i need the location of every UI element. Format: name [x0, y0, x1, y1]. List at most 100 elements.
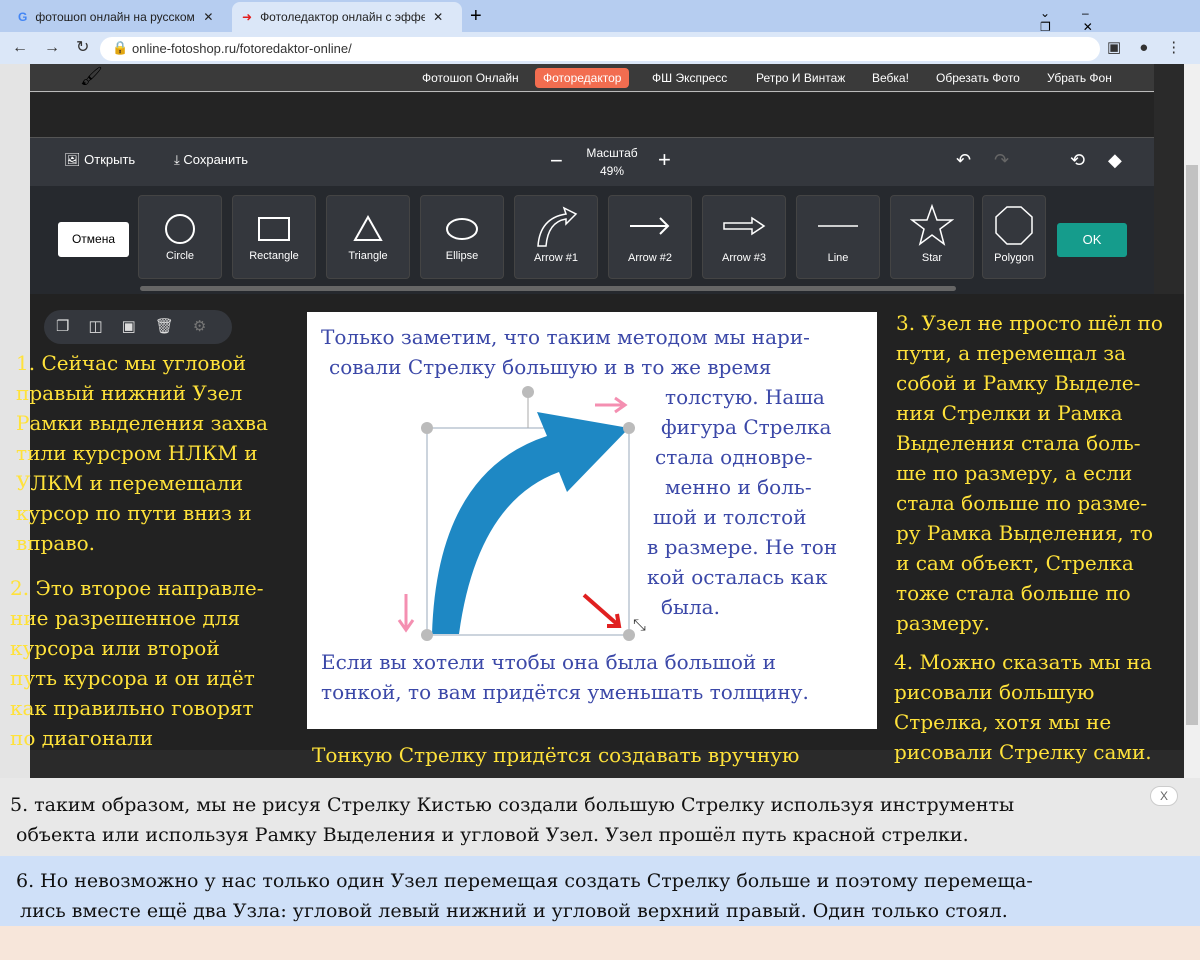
close-icon[interactable]: ✕ — [433, 10, 443, 24]
rectangle-icon — [258, 217, 290, 241]
curved-arrow-shape — [432, 412, 629, 634]
shape-label: Arrow #2 — [627, 252, 673, 264]
tab-title: Фотоледактор онлайн с эффект — [260, 10, 426, 24]
nav-item[interactable]: Убрать Фон — [1039, 68, 1120, 88]
tab-title: фотошоп онлайн на русском - Г — [35, 10, 196, 24]
zoom-in-button[interactable]: + — [658, 147, 671, 173]
bring-front-icon[interactable]: ▣ — [122, 318, 155, 335]
shape-arrow-1[interactable]: Arrow #1 — [514, 195, 598, 279]
polygon-icon — [995, 206, 1033, 245]
footer-band — [0, 926, 1200, 960]
lock-icon: 🔒 — [112, 40, 129, 55]
shapes-scrollbar[interactable] — [140, 286, 956, 291]
note-2: 2. Это второе направле-ние разрешенное д… — [10, 576, 264, 750]
header-band — [30, 93, 1154, 138]
url-text: online-fotoshop.ru/fotoredaktor-online/ — [132, 41, 352, 56]
shape-label: Arrow #1 — [533, 252, 579, 264]
brush-logo-icon: 🖌 — [80, 66, 103, 86]
ok-button[interactable]: OK — [1057, 223, 1127, 257]
triangle-icon — [353, 214, 383, 241]
nav-buttons-icon[interactable]: ←→↻ — [12, 37, 105, 57]
editor-toolbar: 🖼 Открыть ⤓ Сохранить − Масштаб 49% + ↶ ↷… — [30, 138, 1154, 186]
node-top-left — [421, 422, 433, 434]
nav-item-active[interactable]: Фоторедактор — [535, 68, 630, 88]
caption: Тонкую Стрелку придётся создавать вручну… — [312, 743, 800, 767]
tab-strip: Gфотошоп онлайн на русском - Г ✕ ➜ Фотолед… — [0, 0, 1200, 34]
shape-label: Triangle — [348, 250, 388, 262]
url-input[interactable]: 🔒 online-fotoshop.ru/fotoredaktor-online/ — [100, 37, 1100, 61]
layers-icon[interactable]: ◆ — [1108, 150, 1122, 171]
note-6: 6. Но невозможно у нас только один Узел … — [0, 856, 1200, 926]
arrow-icon — [630, 217, 670, 235]
canvas-text-bottom: Если вы хотели чтобы она была большой ит… — [321, 650, 809, 704]
shape-label: Line — [827, 252, 849, 264]
curved-arrow-icon — [537, 206, 578, 247]
pink-arrow-down-icon — [397, 594, 415, 633]
nav-item[interactable]: Фотошоп Онлайн — [414, 68, 527, 88]
shape-triangle[interactable]: Triangle — [326, 195, 410, 279]
shape-polygon[interactable]: Polygon — [982, 195, 1046, 279]
shape-label: Polygon — [994, 252, 1034, 264]
shape-rectangle[interactable]: Rectangle — [232, 195, 316, 279]
trash-icon[interactable]: 🗑 — [155, 318, 193, 335]
download-icon: ⤓ — [174, 152, 180, 167]
shape-arrow-3[interactable]: Arrow #3 — [702, 195, 786, 279]
note-4: 4. Можно сказать мы на рисовали большую Ст… — [894, 650, 1152, 764]
duplicate-icon[interactable]: ❐ — [56, 318, 88, 335]
shape-label: Arrow #3 — [721, 252, 767, 264]
nav-item[interactable]: Ретро И Винтаж — [748, 68, 853, 88]
save-label: Сохранить — [183, 152, 248, 167]
shape-ellipse[interactable]: Ellipse — [420, 195, 504, 279]
shape-label: Rectangle — [249, 250, 299, 262]
shape-arrow-2[interactable]: Arrow #2 — [608, 195, 692, 279]
ellipse-icon — [446, 218, 478, 240]
flip-icon[interactable]: ◫ — [88, 318, 121, 335]
shape-label: Star — [921, 252, 943, 264]
note-1: 1. Сейчас мы угловой правый нижний Узел Ра… — [16, 351, 268, 555]
shape-circle[interactable]: Circle — [138, 195, 222, 279]
shape-label: Ellipse — [445, 250, 479, 262]
close-icon[interactable]: ✕ — [203, 10, 213, 24]
new-tab-icon[interactable]: + — [470, 5, 482, 28]
red-arrow-icon: ➜ — [242, 10, 253, 24]
red-arrow-icon — [582, 593, 622, 628]
pink-arrow-right-icon — [595, 396, 628, 414]
save-button[interactable]: ⤓ Сохранить — [174, 152, 248, 168]
rotate-handle — [522, 386, 534, 398]
open-button[interactable]: 🖼 Открыть — [64, 152, 135, 168]
scrollbar-thumb[interactable] — [1186, 165, 1198, 725]
redo-icon[interactable]: ↷ — [994, 150, 1009, 171]
line-icon — [818, 225, 858, 227]
resize-cursor-icon: ⤡ — [633, 617, 646, 634]
canvas[interactable]: ⤡ Только заметим, что таким методом мы н… — [307, 312, 877, 729]
nav-item[interactable]: Обрезать Фото — [928, 68, 1028, 88]
google-icon: G — [18, 10, 28, 24]
shape-line[interactable]: Line — [796, 195, 880, 279]
zoom-display: Масштаб 49% — [580, 144, 644, 180]
note-5: 5. таким образом, мы не рисуя Стрелку Ки… — [0, 778, 1200, 856]
shape-star[interactable]: Star — [890, 195, 974, 279]
canvas-text-top: Только заметим, что таким методом мы нар… — [321, 325, 810, 379]
nav-item[interactable]: Вебка! — [864, 68, 917, 88]
open-label: Открыть — [84, 152, 136, 167]
zoom-label: Масштаб — [586, 146, 638, 160]
node-top-right — [623, 422, 635, 434]
tab-google[interactable]: Gфотошоп онлайн на русском - Г ✕ — [8, 2, 230, 32]
zoom-out-button[interactable]: − — [550, 148, 563, 174]
history-icon[interactable]: ⟲ — [1070, 150, 1085, 171]
star-icon — [910, 204, 954, 246]
zoom-value: 49% — [599, 164, 625, 178]
shape-label: Circle — [165, 250, 195, 262]
window-controls[interactable]: ⌄–❐✕ — [1040, 6, 1200, 34]
canvas-text-right: толстую. Наша фигура Стрелка стала одновре… — [647, 385, 838, 619]
gear-icon[interactable]: ⚙ — [193, 318, 225, 335]
node-bottom-left — [421, 629, 433, 641]
cancel-button[interactable]: Отмена — [58, 222, 129, 257]
block-arrow-icon — [723, 216, 766, 236]
undo-icon[interactable]: ↶ — [956, 150, 971, 171]
nav-item[interactable]: ФШ Экспресс — [644, 68, 735, 88]
note-3: 3. Узел не просто шёл по пути, а перемеща… — [896, 311, 1163, 635]
object-actions: ❐◫▣🗑⚙ — [44, 310, 232, 344]
tab-active[interactable]: ➜ Фотоледактор онлайн с эффект ✕ — [232, 2, 462, 32]
close-button[interactable]: X — [1150, 786, 1178, 806]
